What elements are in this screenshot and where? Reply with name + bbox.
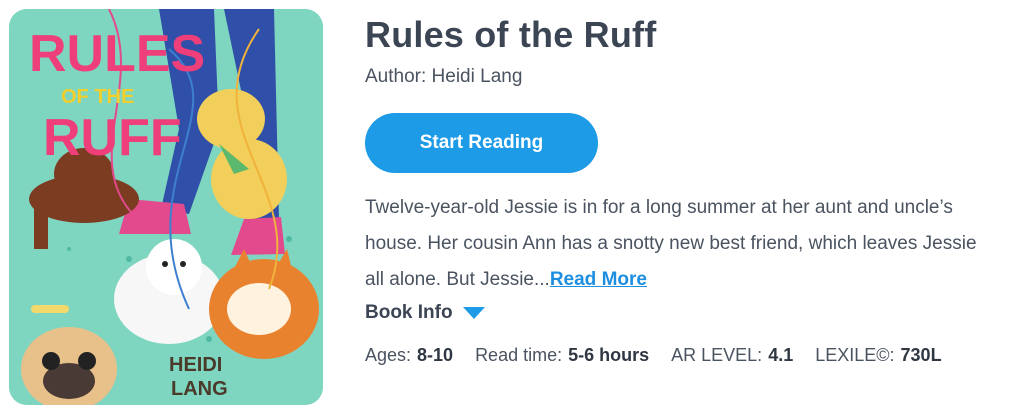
book-info-toggle[interactable]: Book Info (365, 302, 485, 324)
stat-ar-level: AR LEVEL: 4.1 (671, 345, 793, 366)
book-description: Twelve-year-old Jessie is in for a long … (365, 190, 980, 298)
cover-illustration: RULES OF THE RUFF HEIDI LANG (9, 9, 323, 405)
stat-read-time: Read time: 5-6 hours (475, 345, 649, 366)
cover-author-line2: LANG (171, 378, 228, 400)
stat-value: 5-6 hours (568, 345, 650, 365)
stat-label: LEXILE©: (815, 345, 895, 365)
cover-title-line3: RUFF (43, 109, 182, 167)
stat-value: 730L (900, 345, 942, 365)
book-stats: Ages: 8-10 Read time: 5-6 hours AR LEVEL: 4… (365, 345, 964, 366)
cover-title-line2: OF THE (61, 86, 134, 108)
stat-label: AR LEVEL: (671, 345, 763, 365)
stat-lexile: LEXILE©: 730L (815, 345, 941, 366)
cover-title-line1: RULES (29, 25, 205, 83)
stat-label: Read time: (475, 345, 563, 365)
read-more-link[interactable]: Read More (550, 269, 647, 290)
start-reading-button[interactable]: Start Reading (365, 113, 598, 173)
book-cover[interactable]: RULES OF THE RUFF HEIDI LANG (9, 9, 323, 405)
stat-label: Ages: (365, 345, 412, 365)
cover-author-line1: HEIDI (169, 354, 222, 376)
author-name: Heidi Lang (431, 66, 523, 87)
stat-value: 4.1 (768, 345, 794, 365)
description-text: Twelve-year-old Jessie is in for a long … (365, 197, 977, 290)
stat-value: 8-10 (417, 345, 454, 365)
stat-ages: Ages: 8-10 (365, 345, 453, 366)
author-line: Author: Heidi Lang (365, 66, 522, 88)
author-label: Author: (365, 66, 427, 87)
book-info-label: Book Info (365, 302, 453, 323)
caret-down-icon (462, 307, 485, 319)
book-title: Rules of the Ruff (365, 14, 657, 55)
